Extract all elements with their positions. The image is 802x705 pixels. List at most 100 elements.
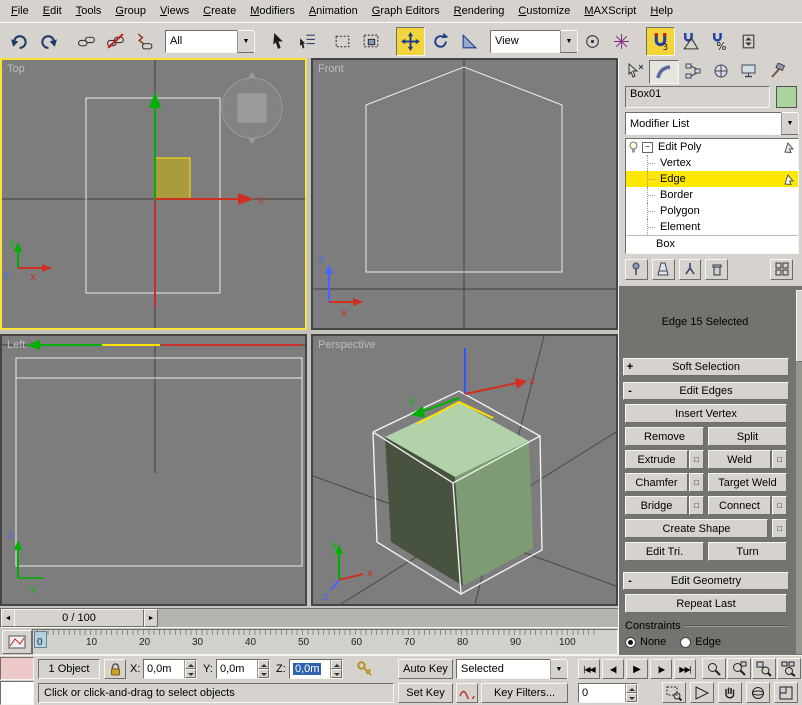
window-crossing-toggle-button[interactable] <box>358 28 385 55</box>
edit-tri-button[interactable]: Edit Tri. <box>625 542 704 561</box>
menu-modifiers[interactable]: Modifiers <box>243 2 302 20</box>
menu-create[interactable]: Create <box>196 2 243 20</box>
constraint-edge-radio[interactable] <box>680 637 691 648</box>
split-button[interactable]: Split <box>708 427 787 446</box>
rollout-edit-edges[interactable]: - Edit Edges <box>623 382 789 400</box>
stack-item-edge[interactable]: Edge <box>626 171 798 187</box>
make-unique-button[interactable] <box>679 259 702 280</box>
set-key-button[interactable]: Set Key <box>398 683 453 703</box>
field-of-view-button[interactable] <box>690 682 714 703</box>
panel-scrollbar[interactable] <box>796 290 802 654</box>
bind-to-spacewarp-button[interactable] <box>131 28 158 55</box>
tab-create[interactable] <box>621 60 649 82</box>
stack-item-polygon[interactable]: Polygon <box>626 203 798 219</box>
bridge-settings-button[interactable]: □ <box>689 496 704 515</box>
redo-button[interactable] <box>35 28 62 55</box>
viewport-front-label[interactable]: Front <box>318 63 344 75</box>
maximize-viewport-toggle-button[interactable] <box>774 682 798 703</box>
perspective-viewport-canvas[interactable]: x y y x z <box>313 336 616 604</box>
stack-item-edit-poly[interactable]: − Edit Poly <box>626 139 798 155</box>
auto-key-button[interactable]: Auto Key <box>398 659 453 679</box>
stack-item-border[interactable]: Border <box>626 187 798 203</box>
menu-help[interactable]: Help <box>643 2 680 20</box>
select-by-name-button[interactable] <box>294 28 321 55</box>
tab-utilities[interactable] <box>763 60 791 82</box>
chevron-down-icon[interactable]: ▼ <box>237 30 254 53</box>
time-slider-right-arrow[interactable]: ► <box>144 609 158 627</box>
selection-filter-dropdown[interactable]: All▼ <box>165 30 255 53</box>
modifier-list-dropdown[interactable]: Modifier List ▼ <box>625 112 799 135</box>
bridge-button[interactable]: Bridge <box>625 496 688 515</box>
reference-coordsys-dropdown[interactable]: View▼ <box>490 30 578 53</box>
stack-item-vertex[interactable]: Vertex <box>626 155 798 171</box>
snaps-toggle-button[interactable]: 3 <box>646 27 675 56</box>
go-to-end-button[interactable]: ▶▶| <box>674 659 696 679</box>
use-pivot-center-button[interactable] <box>579 28 606 55</box>
connect-button[interactable]: Connect <box>708 496 771 515</box>
turn-button[interactable]: Turn <box>708 542 787 561</box>
chevron-down-icon[interactable]: ▼ <box>781 112 798 135</box>
viewport-left[interactable]: z y Left <box>0 334 307 606</box>
connect-settings-button[interactable]: □ <box>772 496 787 515</box>
repeat-last-button[interactable]: Repeat Last <box>625 594 787 613</box>
selection-lock-button[interactable] <box>104 659 126 679</box>
go-to-start-button[interactable]: |◀◀ <box>578 659 600 679</box>
select-and-link-button[interactable] <box>73 28 100 55</box>
chevron-down-icon[interactable]: ▼ <box>560 30 577 53</box>
x-spinner[interactable] <box>184 660 196 678</box>
extrude-settings-button[interactable]: □ <box>689 450 704 469</box>
viewport-front[interactable]: z x Front <box>311 58 618 330</box>
extrude-button[interactable]: Extrude <box>625 450 688 469</box>
tab-display[interactable] <box>735 60 763 82</box>
select-and-manipulate-button[interactable] <box>608 28 635 55</box>
viewport-left-label[interactable]: Left <box>7 339 25 351</box>
zoom-region-button[interactable] <box>662 682 686 703</box>
pan-view-button[interactable] <box>718 682 742 703</box>
previous-frame-button[interactable]: ◀| <box>602 659 624 679</box>
viewport-top-label[interactable]: Top <box>7 63 25 75</box>
weld-settings-button[interactable]: □ <box>772 450 787 469</box>
viewport-perspective-label[interactable]: Perspective <box>318 339 375 351</box>
x-coord-field[interactable]: 0,0m <box>143 659 197 679</box>
undo-button[interactable] <box>6 28 33 55</box>
menu-rendering[interactable]: Rendering <box>447 2 512 20</box>
constraint-none-radio[interactable] <box>625 637 636 648</box>
remove-button[interactable]: Remove <box>625 427 704 446</box>
zoom-extents-button[interactable] <box>752 658 776 679</box>
rollout-soft-selection[interactable]: + Soft Selection <box>623 358 789 376</box>
zoom-button[interactable] <box>702 658 726 679</box>
collapse-icon[interactable]: − <box>642 142 653 153</box>
unlink-selection-button[interactable] <box>102 28 129 55</box>
select-and-scale-button[interactable] <box>456 28 483 55</box>
box-object[interactable] <box>373 391 542 594</box>
viewport-perspective[interactable]: x y y x z Perspective <box>311 334 618 606</box>
chamfer-button[interactable]: Chamfer <box>625 473 688 492</box>
configure-modifier-sets-button[interactable] <box>770 259 793 280</box>
zoom-all-button[interactable] <box>727 658 751 679</box>
object-name-field[interactable]: Box01 <box>625 86 770 108</box>
menu-customize[interactable]: Customize <box>511 2 577 20</box>
select-object-button[interactable] <box>265 28 292 55</box>
select-and-rotate-button[interactable] <box>427 28 454 55</box>
menu-edit[interactable]: Edit <box>36 2 69 20</box>
create-shape-settings-button[interactable]: □ <box>772 519 787 538</box>
maxscript-mini-listener-macro[interactable] <box>0 657 34 680</box>
target-weld-button[interactable]: Target Weld <box>708 473 787 492</box>
tab-modify[interactable] <box>649 60 679 84</box>
object-color-swatch[interactable] <box>776 86 797 108</box>
chamfer-settings-button[interactable]: □ <box>689 473 704 492</box>
top-viewport-canvas[interactable]: x y z x <box>2 60 305 328</box>
stack-item-box[interactable]: Box <box>626 235 798 252</box>
play-button[interactable]: ▶ <box>626 659 648 679</box>
new-key-default-in-out-tangents-button[interactable] <box>456 683 478 703</box>
maxscript-mini-listener[interactable] <box>0 681 34 705</box>
front-viewport-canvas[interactable]: z x <box>313 60 616 328</box>
tab-motion[interactable] <box>707 60 735 82</box>
rectangular-selection-region-button[interactable] <box>329 28 356 55</box>
y-coord-field[interactable]: 0,0m <box>216 659 270 679</box>
zoom-extents-all-button[interactable] <box>777 658 801 679</box>
show-end-result-button[interactable] <box>652 259 675 280</box>
lightbulb-icon[interactable] <box>628 141 639 154</box>
scrollbar-thumb[interactable] <box>796 290 802 362</box>
remove-modifier-button[interactable] <box>705 259 728 280</box>
